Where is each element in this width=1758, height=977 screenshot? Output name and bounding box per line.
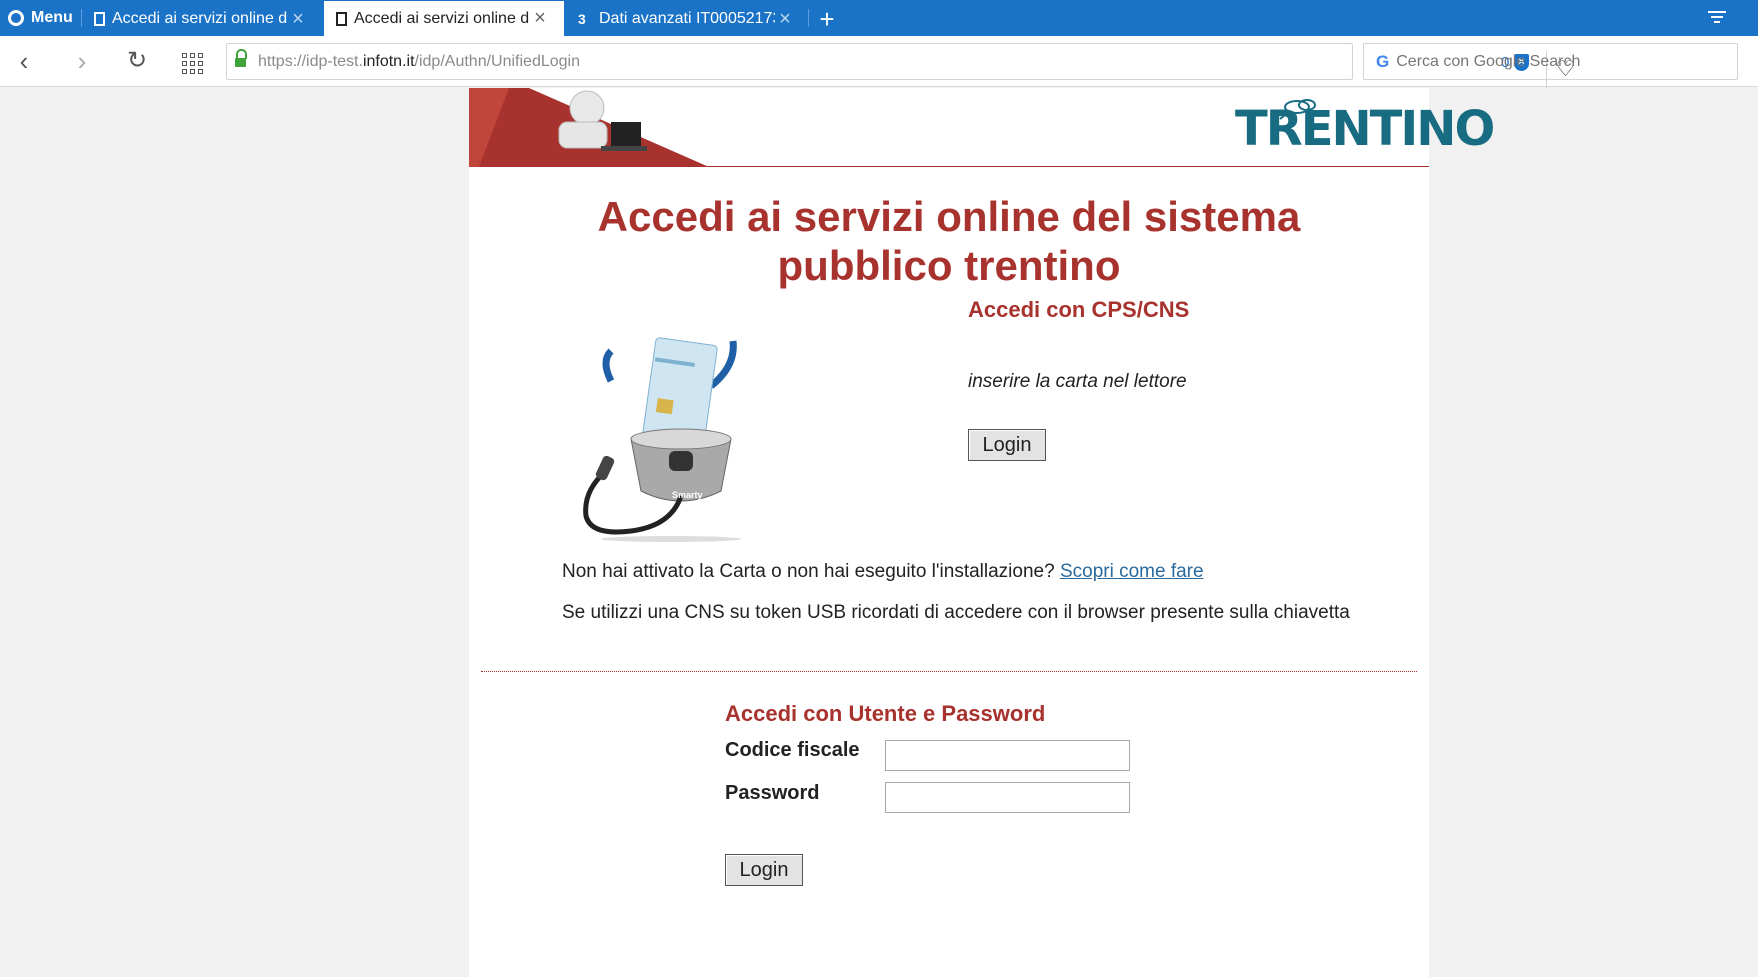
reload-icon[interactable]: ↻ (121, 46, 153, 78)
secure-lock-icon[interactable] (235, 49, 247, 68)
codice-fiscale-input[interactable] (885, 740, 1130, 771)
browser-toolbar: ‹ › ↻ https://idp-test.infotn.it/idp/Aut… (0, 36, 1758, 88)
tab-2-active[interactable]: Accedi ai servizi online del × (324, 1, 564, 36)
trentino-wordmark: TRENTINO (1235, 101, 1495, 157)
close-tab-icon[interactable]: × (530, 7, 550, 30)
document-icon (94, 12, 105, 26)
browser-tab-strip: Menu Accedi ai servizi online del × Acce… (0, 0, 1758, 36)
section-divider (481, 671, 1417, 672)
tab-3[interactable]: 3 Dati avanzati IT000521739 × (566, 2, 806, 36)
cps-hint: inserire la carta nel lettore (968, 371, 1187, 392)
card-reader-illustration (583, 337, 741, 542)
url-text: https://idp-test.infotn.it/idp/Authn/Uni… (258, 52, 580, 70)
reader-brand-label: Smarty (672, 490, 703, 500)
browser-menu-button[interactable]: Menu (0, 0, 81, 36)
tab-separator (808, 9, 809, 27)
userpass-login-button[interactable]: Login (725, 854, 803, 886)
tab-1[interactable]: Accedi ai servizi online del × (82, 2, 322, 36)
close-tab-icon[interactable]: × (775, 8, 795, 31)
cps-login-button[interactable]: Login (968, 429, 1046, 461)
close-tab-icon[interactable]: × (288, 8, 308, 31)
userpass-heading: Accedi con Utente e Password (725, 701, 1046, 726)
back-arrow-icon[interactable]: ‹ (8, 46, 40, 78)
trentino-logo: TRENTINO (1235, 93, 1495, 157)
cps-heading: Accedi con CPS/CNS (968, 297, 1190, 322)
header-banner-graphic (469, 88, 709, 167)
password-label: Password (725, 782, 820, 804)
forward-arrow-icon[interactable]: › (66, 46, 98, 78)
menu-label: Menu (31, 9, 73, 26)
google-icon: G (1376, 51, 1390, 71)
site-favicon-icon: 3 (578, 11, 586, 27)
discover-how-link[interactable]: Scopri come fare (1060, 561, 1204, 582)
usb-token-note: Se utilizzi una CNS su token USB ricorda… (562, 602, 1350, 623)
password-input[interactable] (885, 782, 1130, 813)
speed-dial-grid-icon[interactable] (177, 46, 209, 78)
document-icon (336, 11, 347, 26)
opera-logo-icon (8, 10, 24, 26)
search-field[interactable]: G Cerca con Google Search (1363, 43, 1738, 80)
tab-title: Accedi ai servizi online del (112, 10, 288, 27)
site-header: TRENTINO (469, 88, 1495, 167)
activation-note: Non hai attivato la Carta o non hai eseg… (562, 561, 1204, 583)
address-bar[interactable]: https://idp-test.infotn.it/idp/Authn/Uni… (226, 43, 1575, 88)
page-container: TRENTINO Accedi ai servizi online del si… (469, 88, 1495, 977)
search-placeholder: Cerca con Google Search (1396, 52, 1581, 70)
tab-title: Dati avanzati IT000521739 (599, 10, 775, 27)
codice-fiscale-label: Codice fiscale (725, 739, 860, 761)
page-title: Accedi ai servizi online del sistema pub… (597, 193, 1301, 289)
new-tab-plus-icon[interactable]: + (814, 2, 840, 36)
tab-title: Accedi ai servizi online del (354, 9, 530, 27)
activation-text: Non hai attivato la Carta o non hai eseg… (562, 561, 1055, 582)
tab-menu-icon[interactable] (1706, 8, 1728, 28)
